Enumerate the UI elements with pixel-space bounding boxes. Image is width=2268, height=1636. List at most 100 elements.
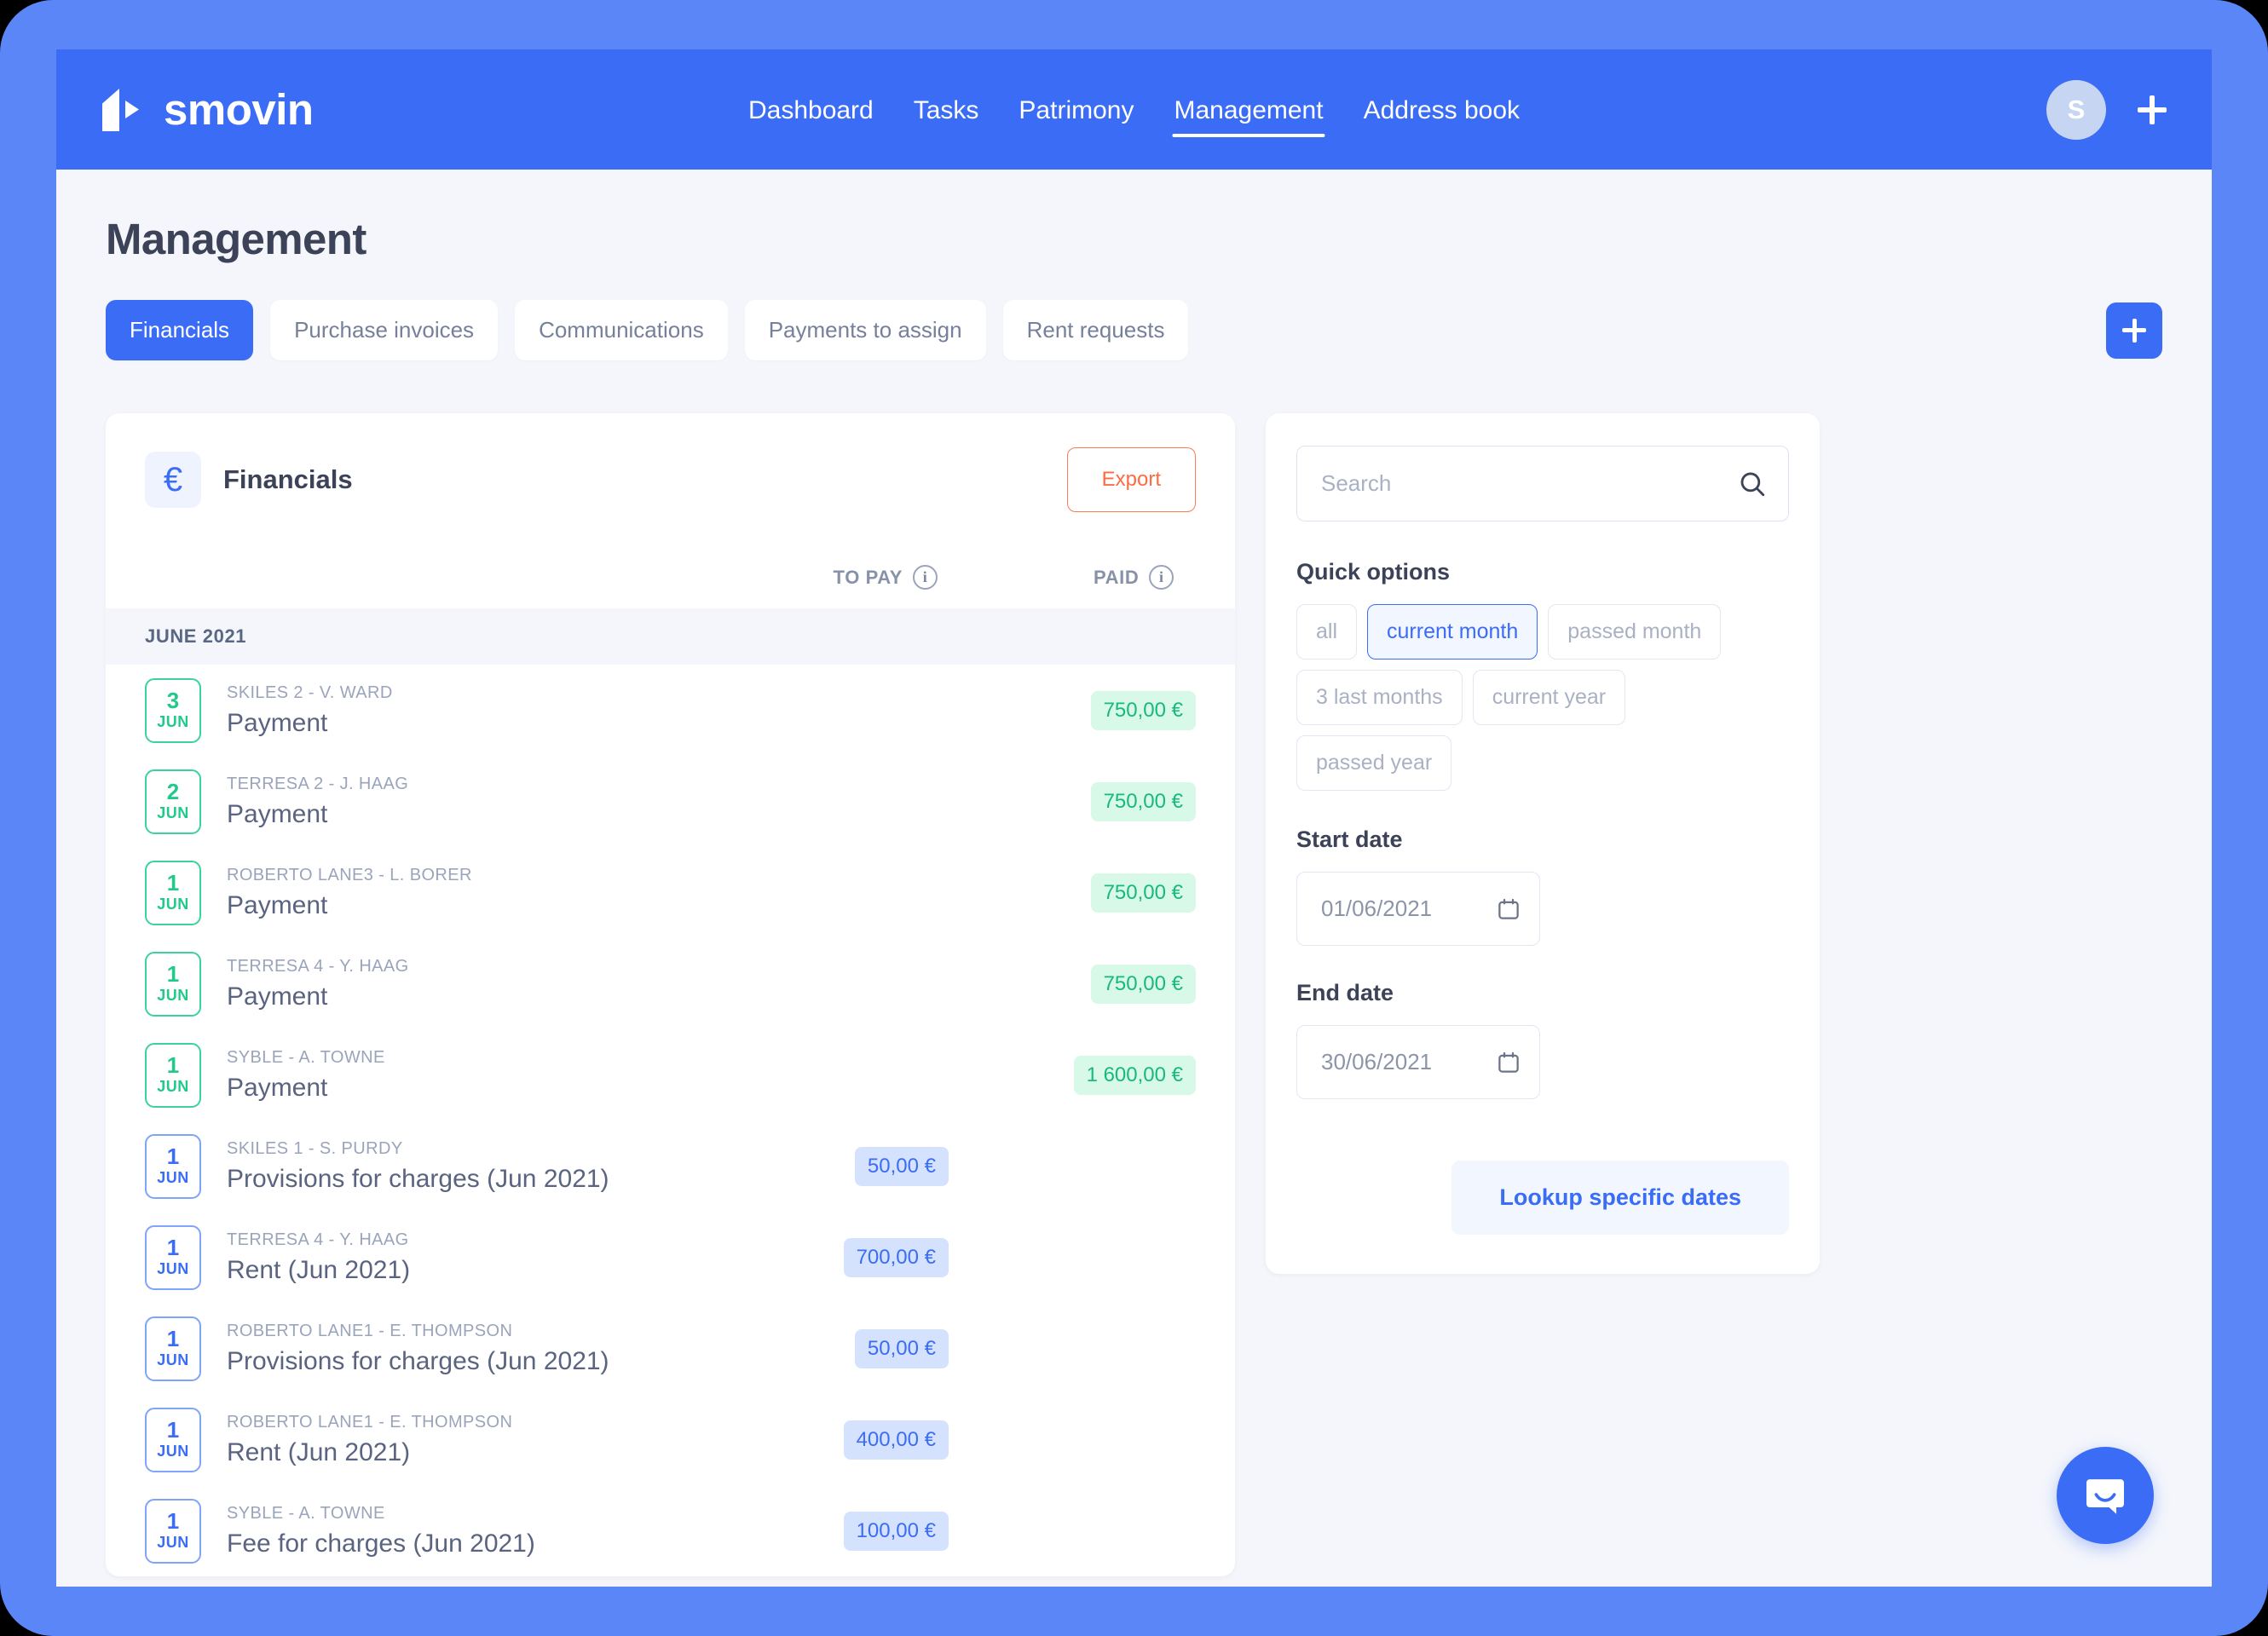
quick-option-current-month[interactable]: current month — [1367, 604, 1538, 660]
row-date-badge: 3 JUN — [145, 677, 201, 743]
row-date-day: 1 — [166, 1052, 180, 1079]
nav-link-address-book[interactable]: Address book — [1362, 57, 1521, 163]
row-text: TERRESA 2 - J. HAAG Payment — [227, 775, 408, 829]
row-text: SYBLE - A. TOWNE Fee for charges (Jun 202… — [227, 1504, 535, 1558]
row-label: Rent (Jun 2021) — [227, 1255, 411, 1284]
search-input[interactable] — [1296, 446, 1789, 521]
row-date-day: 2 — [166, 779, 180, 805]
row-label: Payment — [227, 1073, 328, 1102]
info-icon[interactable]: i — [1149, 565, 1174, 590]
quick-option-3-last-months[interactable]: 3 last months — [1296, 670, 1463, 725]
quick-option-current-year[interactable]: current year — [1472, 670, 1626, 725]
row-date-day: 1 — [166, 1235, 180, 1261]
row-text: SYBLE - A. TOWNE Payment — [227, 1048, 385, 1103]
row-subtitle: TERRESA 2 - J. HAAG — [227, 774, 409, 793]
table-row[interactable]: 2 JUN TERRESA 2 - J. HAAG Payment 750,00 € — [145, 756, 1196, 847]
row-subtitle: SYBLE - A. TOWNE — [227, 1047, 385, 1067]
table-row[interactable]: 3 JUN SKILES 2 - V. WARD Payment 750,00 € — [145, 665, 1196, 756]
export-button[interactable]: Export — [1066, 447, 1196, 512]
page-title: Management — [106, 215, 366, 263]
brand-name: smovin — [164, 85, 314, 134]
lookup-specific-dates-button[interactable]: Lookup specific dates — [1451, 1161, 1789, 1235]
tab-purchase-invoices[interactable]: Purchase invoices — [270, 300, 499, 360]
row-date-day: 1 — [166, 961, 180, 988]
nav-link-dashboard[interactable]: Dashboard — [747, 57, 875, 163]
row-amount: 1 600,00 € — [1073, 1055, 1196, 1095]
tab-rent-requests[interactable]: Rent requests — [1002, 300, 1189, 360]
row-text: TERRESA 4 - Y. HAAG Rent (Jun 2021) — [227, 1230, 410, 1285]
row-label: Provisions for charges (Jun 2021) — [227, 1164, 609, 1193]
table-row[interactable]: 1 JUN ROBERTO LANE3 - L. BORER Payment 750,0… — [145, 847, 1196, 938]
row-date-day: 3 — [166, 688, 180, 714]
avatar[interactable]: S — [2046, 79, 2106, 140]
calendar-icon[interactable] — [1496, 1050, 1521, 1075]
row-date-day: 1 — [166, 1326, 180, 1352]
row-date-month: JUN — [157, 804, 189, 821]
filters-panel: Quick options all current month passed m… — [1266, 413, 1820, 1274]
info-icon[interactable]: i — [913, 565, 938, 590]
row-subtitle: TERRESA 4 - Y. HAAG — [227, 1230, 409, 1249]
table-row[interactable]: 1 JUN TERRESA 4 - Y. HAAG Rent (Jun 2021) 70… — [145, 1212, 1196, 1303]
row-date-badge: 1 JUN — [145, 1498, 201, 1564]
row-date-month: JUN — [157, 895, 189, 913]
row-date-month: JUN — [157, 1259, 189, 1277]
row-date-month: JUN — [157, 1442, 189, 1460]
row-subtitle: ROBERTO LANE3 - L. BORER — [227, 865, 472, 884]
top-navbar: smovin Dashboard Tasks Patrimony Managem… — [56, 49, 2212, 170]
row-date-month: JUN — [157, 1077, 189, 1095]
plus-icon[interactable] — [2132, 89, 2173, 130]
nav-link-management[interactable]: Management — [1172, 57, 1325, 163]
nav-link-patrimony[interactable]: Patrimony — [1017, 57, 1135, 163]
row-subtitle: ROBERTO LANE1 - E. THOMPSON — [227, 1321, 513, 1340]
row-date-badge: 1 JUN — [145, 860, 201, 925]
row-text: ROBERTO LANE3 - L. BORER Payment — [227, 866, 472, 920]
smovin-logo-icon — [102, 88, 139, 131]
row-date-month: JUN — [157, 1533, 189, 1551]
start-date-label: Start date — [1296, 827, 1403, 852]
table-row[interactable]: 1 JUN TERRESA 4 - Y. HAAG Payment 750,00 € — [145, 938, 1196, 1029]
quick-option-all[interactable]: all — [1296, 604, 1358, 660]
financials-list: 3 JUN SKILES 2 - V. WARD Payment 750,00 €2 JU… — [106, 665, 1235, 1576]
add-record-button[interactable] — [2106, 302, 2162, 359]
columns: € Financials Export TO PAY i PAID i JUNE… — [106, 413, 2162, 1576]
quick-option-passed-year[interactable]: passed year — [1296, 735, 1452, 791]
quick-options-label: Quick options — [1296, 559, 1451, 585]
row-label: Payment — [227, 799, 328, 828]
row-date-month: JUN — [157, 1168, 189, 1186]
financials-card-header: € Financials Export — [106, 413, 1235, 541]
nav-link-tasks[interactable]: Tasks — [912, 57, 981, 163]
chat-bubble-icon — [2086, 1479, 2124, 1514]
tab-communications[interactable]: Communications — [515, 300, 728, 360]
row-date-day: 1 — [166, 1508, 180, 1535]
row-amount: 50,00 € — [854, 1328, 949, 1368]
table-row[interactable]: 1 JUN SYBLE - A. TOWNE Payment 1 600,00 € — [145, 1029, 1196, 1120]
start-date-field — [1296, 872, 1540, 946]
outer-frame: smovin Dashboard Tasks Patrimony Managem… — [0, 0, 2268, 1636]
table-row[interactable]: 1 JUN ROBERTO LANE1 - E. THOMPSON Provision… — [145, 1303, 1196, 1394]
column-header-to-pay-label: TO PAY — [833, 566, 903, 588]
tab-payments-to-assign[interactable]: Payments to assign — [744, 300, 986, 360]
row-subtitle: SKILES 1 - S. PURDY — [227, 1138, 403, 1158]
brand[interactable]: smovin — [99, 86, 314, 134]
row-subtitle: ROBERTO LANE1 - E. THOMPSON — [227, 1412, 513, 1432]
end-date-field — [1296, 1025, 1540, 1099]
table-row[interactable]: 1 JUN SKILES 1 - S. PURDY Provisions for ch… — [145, 1120, 1196, 1212]
search-icon[interactable] — [1738, 469, 1767, 498]
row-amount: 750,00 € — [1090, 873, 1196, 913]
row-subtitle: SYBLE - A. TOWNE — [227, 1503, 385, 1523]
row-date-badge: 2 JUN — [145, 769, 201, 834]
financials-card: € Financials Export TO PAY i PAID i JUNE… — [106, 413, 1235, 1576]
end-date-label: End date — [1296, 980, 1394, 1005]
quick-option-passed-month[interactable]: passed month — [1548, 604, 1722, 660]
row-date-badge: 1 JUN — [145, 951, 201, 1017]
intercom-launcher[interactable] — [2057, 1447, 2154, 1544]
table-row[interactable]: 1 JUN SYBLE - A. TOWNE Fee for charges (Jun… — [145, 1485, 1196, 1576]
table-row[interactable]: 1 JUN ROBERTO LANE1 - E. THOMPSON Rent (Jun… — [145, 1394, 1196, 1485]
row-amount: 750,00 € — [1090, 781, 1196, 821]
tab-financials[interactable]: Financials — [106, 300, 254, 360]
row-label: Provisions for charges (Jun 2021) — [227, 1346, 609, 1375]
calendar-icon[interactable] — [1496, 896, 1521, 922]
row-date-month: JUN — [157, 1351, 189, 1368]
column-header-paid-label: PAID — [1094, 566, 1140, 588]
row-text: SKILES 1 - S. PURDY Provisions for charge… — [227, 1139, 609, 1194]
